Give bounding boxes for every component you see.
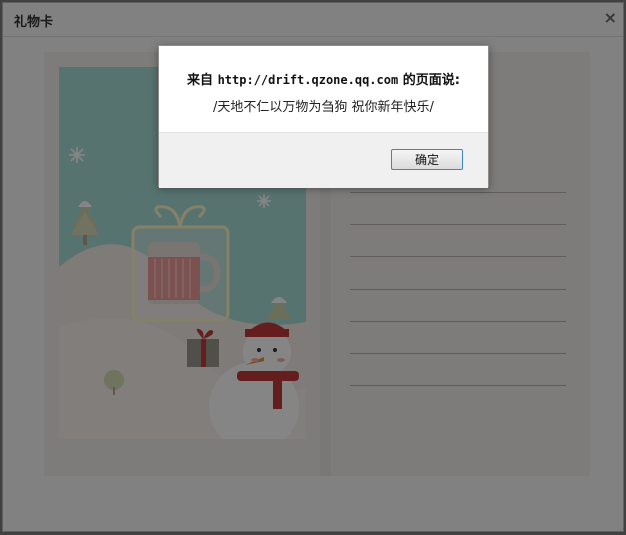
dialog-title: 来自 http://drift.qzone.qq.com 的页面说: bbox=[159, 69, 488, 88]
dialog-body: 来自 http://drift.qzone.qq.com 的页面说: /天地不仁… bbox=[159, 46, 488, 132]
dialog-title-prefix: 来自 bbox=[187, 73, 218, 88]
dialog-message: /天地不仁以万物为刍狗 祝你新年快乐/ bbox=[213, 100, 434, 115]
alert-dialog: 来自 http://drift.qzone.qq.com 的页面说: /天地不仁… bbox=[158, 45, 489, 188]
dialog-source-url: http://drift.qzone.qq.com bbox=[217, 73, 399, 87]
dialog-title-suffix: 的页面说: bbox=[398, 73, 460, 88]
ok-button[interactable]: 确定 bbox=[391, 149, 463, 170]
dialog-footer: 确定 bbox=[159, 132, 488, 188]
